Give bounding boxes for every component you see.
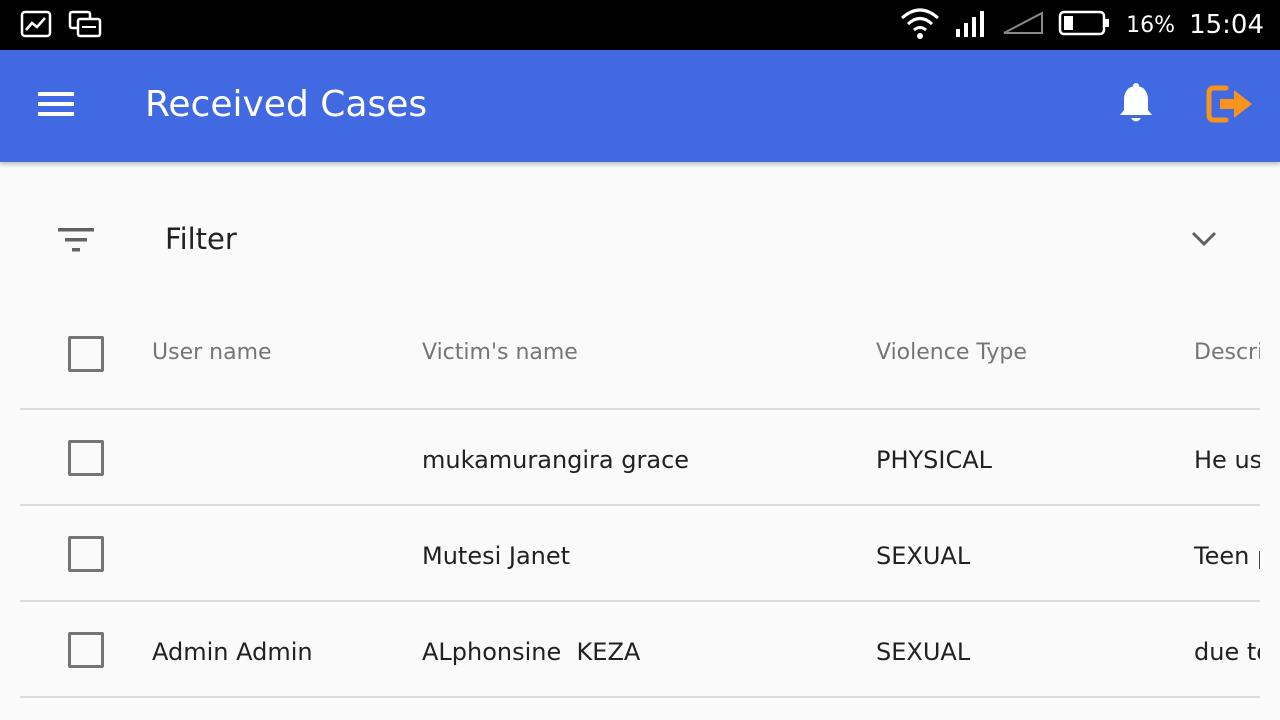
logout-button[interactable] [1200,80,1262,132]
gallery-icon [20,10,52,43]
status-bar-notifications [20,10,102,43]
cases-table: User name Victim's name Violence Type De… [20,306,1260,698]
select-all-checkbox[interactable] [68,336,104,372]
table-row[interactable]: Mutesi Janet SEXUAL Teen p [20,506,1260,602]
status-bar-system: 16% 15:04 [900,0,1264,50]
hamburger-menu-icon [36,89,76,124]
cell-signal-icon [954,9,988,42]
app-bar: Received Cases [0,50,1280,162]
cell-user-name: Admin Admin [152,638,313,666]
chevron-down-icon [1190,230,1218,253]
row-checkbox[interactable] [68,440,104,476]
notifications-button[interactable] [1110,80,1162,132]
filter-expander[interactable]: Filter [0,190,1280,290]
cell-description: Teen p [1194,542,1260,570]
logout-icon [1206,84,1256,129]
column-header-victim-name[interactable]: Victim's name [422,340,578,365]
cell-violence-type: SEXUAL [876,542,971,570]
battery-percent: 16% [1126,12,1176,38]
status-bar: 16% 15:04 [0,0,1280,50]
column-header-violence-type[interactable]: Violence Type [876,340,1027,365]
table-header-row: User name Victim's name Violence Type De… [20,306,1260,410]
menu-button[interactable] [28,82,84,130]
bell-icon [1118,82,1154,130]
column-header-description[interactable]: Descri [1194,340,1260,365]
cell-violence-type: PHYSICAL [876,446,993,474]
cell-violence-type: SEXUAL [876,638,971,666]
cell-description: He us [1194,446,1260,474]
column-header-user-name[interactable]: User name [152,340,272,365]
cell-victim-name: ALphonsine KEZA [422,638,641,666]
screen-mirror-icon [68,10,102,43]
page-title: Received Cases [145,84,428,125]
wifi-icon [900,6,940,45]
cell-description: due to [1194,638,1260,666]
table-row[interactable]: Admin Admin ALphonsine KEZA SEXUAL due t… [20,602,1260,698]
table-row[interactable]: mukamurangira grace PHYSICAL He us [20,410,1260,506]
cell-victim-name: mukamurangira grace [422,446,690,474]
filter-icon [56,226,96,259]
row-checkbox[interactable] [68,536,104,572]
cell-victim-name: Mutesi Janet [422,542,571,570]
battery-icon [1058,9,1112,42]
row-checkbox[interactable] [68,632,104,668]
filter-label: Filter [165,222,237,256]
cell-signal-empty-icon [1002,10,1044,40]
clock: 15:04 [1189,10,1264,40]
